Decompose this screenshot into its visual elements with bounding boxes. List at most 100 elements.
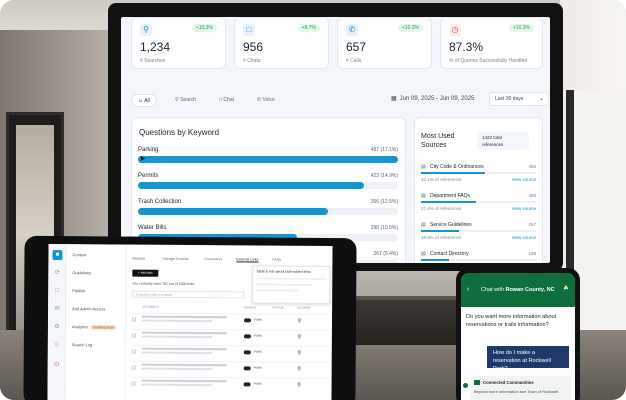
document-icon: ▤ [421,193,426,199]
home-icon[interactable]: ■ [52,250,63,261]
nav-item[interactable]: Add Admin Access [72,306,105,311]
date-range-picker[interactable]: ▦ Jun 09, 2025 - Jun 09, 2025 [391,95,474,102]
enable-toggle[interactable] [243,366,251,371]
cursor-icon: ➤ [139,154,146,163]
period-select[interactable]: Last 30 days ⌄ [489,92,549,106]
trash-icon[interactable]: 🗑 [297,350,302,355]
row-checkbox[interactable] [131,381,136,386]
row-checkbox[interactable] [132,317,137,322]
tab[interactable]: Storage Sources [162,257,188,261]
nav-item[interactable]: Context [72,252,86,257]
back-arrow-icon[interactable]: ‹ [467,286,469,293]
stat-value: 87.3% [449,40,484,54]
bar-fill [138,156,398,163]
phone: ‹ Chat with Rowan County, NC ☘ Do you wa… [456,268,580,400]
tab-chat[interactable]: □ Chat [213,94,240,107]
document-icon: ▤ [421,251,426,257]
settings-icon[interactable]: ⚙ [52,322,62,332]
source-row: ▤ Department FAQs 389 27.4% of references Vi… [421,193,536,217]
enable-toggle[interactable] [243,334,251,339]
source-tabs: Website Storage Sources Connectors External… [130,257,330,266]
add-links-button[interactable]: + Add links [132,269,159,277]
keyword-label: Water Bills [138,225,167,231]
row-checkbox[interactable] [131,365,136,370]
settings-nav: Context Guidelines Publish Add Admin Access… [65,244,127,400]
trash-icon[interactable]: 🗑 [297,318,302,323]
table-row: Public 🗑 [131,376,328,392]
table-row: Public 🗑 [131,312,329,328]
bar-track [138,208,398,215]
phone-icon: ✆ [346,24,358,36]
trash-icon[interactable]: 🗑 [297,334,302,339]
icon-rail: ■ ⟳ □ ✉ ⚙ ☺ ⏻ [47,244,67,400]
document-url [141,347,227,351]
status-text: Public [253,349,262,354]
county-logo-icon: ☘ [563,286,569,292]
tab-voice[interactable]: ✆ Voice [251,94,281,107]
building-icon [474,380,480,385]
enable-toggle[interactable] [243,382,251,387]
nav-item[interactable]: Analytics Coming Soon [72,324,117,330]
nav-item[interactable]: Guidelines [72,270,91,275]
bar-track [421,201,536,203]
tab[interactable]: Website [132,257,145,261]
row-checkbox[interactable] [131,349,136,354]
trash-icon[interactable]: 🗑 [297,382,302,387]
refresh-icon[interactable]: ⟳ [52,268,62,278]
links-panel: Website Storage Sources Connectors External… [129,245,332,400]
search-icon: ⚲ [140,24,152,36]
view-source-link[interactable]: View source [512,206,536,211]
enable-toggle[interactable] [243,350,251,355]
source-row: ▤ City Code & Ordinances 456 32.1% of refer… [421,164,536,188]
tab[interactable]: FAQs [272,258,281,262]
trend-badge: +10.3% [397,24,423,32]
user-message: How do I make a reservation at Rockwell … [487,346,569,372]
view-source-link[interactable]: View source [512,177,536,182]
filter-bar: ☺ All ⚲ Search □ Chat ✆ Voice ▦ Jun 09, 2… [131,91,549,109]
document-url [141,331,227,335]
column-header: DOCUMENT [142,304,160,309]
sources-panel: Most Used Sources 1422 total references … [414,117,543,263]
trend-badge: +10.3% [508,24,534,32]
stat-value: 956 [243,40,264,54]
bar-fill [138,182,365,189]
nav-item[interactable]: Search Log [72,342,93,347]
status-text: Public [254,317,263,322]
source-count: 389 [528,193,536,198]
phone-screen: ‹ Chat with Rowan County, NC ☘ Do you wa… [461,273,575,400]
bar-track [421,230,536,232]
panel-title: Questions by Keyword [139,128,220,137]
card-title: Connected Communities [483,380,534,385]
tab[interactable]: External Links [236,257,259,263]
marketing-scene: ⚲ +10.3% 1,234 # Searches □ +8.7% 956 # … [0,0,626,400]
bar-fill [421,230,459,232]
view-source-link[interactable]: View source [512,235,536,240]
chat-icon: □ [243,24,255,36]
tab-search[interactable]: ⚲ Search [169,94,202,107]
source-percent: 32.1% of references [421,177,462,182]
trash-icon[interactable]: 🗑 [297,366,302,371]
clock-icon: ◷ [449,24,461,36]
search-input[interactable]: Search by URL or keyword [132,290,245,299]
keyword-label: Parking [138,147,159,153]
tab[interactable]: Connectors [204,257,222,261]
column-header: STATUS [272,305,284,310]
status-text: Public [253,333,263,338]
status-text: Public [253,365,262,370]
keyword-value: 356 (12.5%) [370,199,398,205]
source-card[interactable]: Connected Communities Beyond more inform… [471,376,571,400]
enable-toggle[interactable] [243,318,252,323]
card-body: Beyond more information see Town of Rock… [474,389,559,394]
tab-all[interactable]: ☺ All [131,94,157,107]
bar-track [138,156,398,163]
user-icon[interactable]: ☺ [52,340,62,350]
source-label: City Code & Ordinances [430,164,484,170]
bot-message: Do you want more information about reser… [466,314,557,328]
stat-value: 657 [346,40,367,54]
keyword-value: 298 (10.5%) [370,225,398,231]
row-checkbox[interactable] [131,333,136,338]
mail-icon[interactable]: ✉ [52,304,62,314]
power-icon[interactable]: ⏻ [52,360,62,370]
nav-item[interactable]: Publish [72,288,85,293]
chat-icon[interactable]: □ [52,286,62,296]
